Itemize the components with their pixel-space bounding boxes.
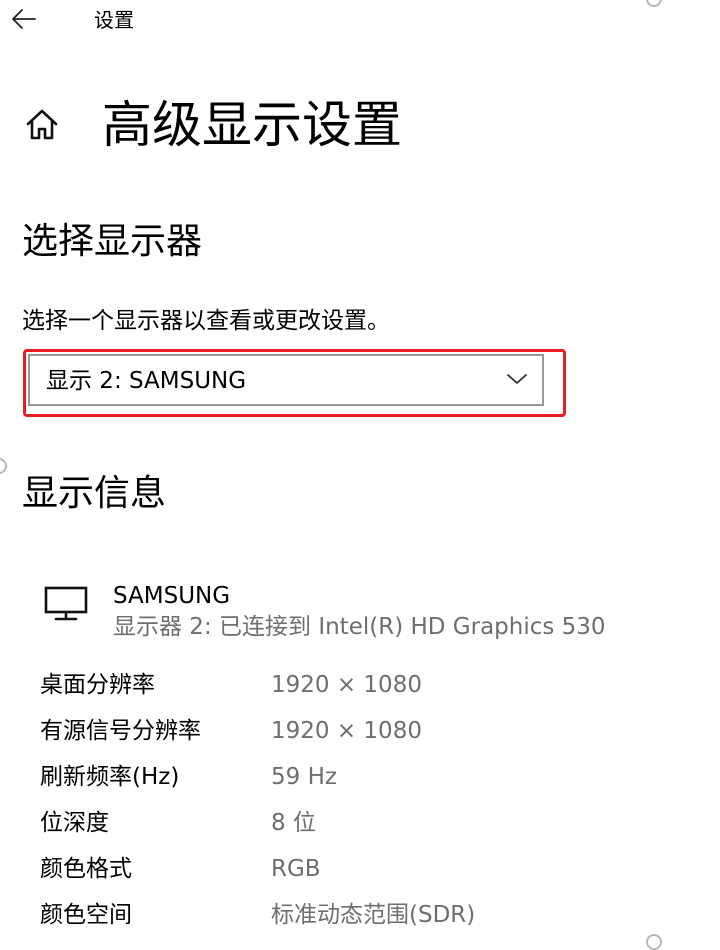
property-label: 位深度 bbox=[40, 810, 109, 836]
page-title: 高级显示设置 bbox=[102, 96, 402, 154]
property-label: 刷新频率(Hz) bbox=[40, 764, 180, 790]
dropdown-selected-value: 显示 2: SAMSUNG bbox=[46, 368, 247, 394]
property-row: 位深度 8 位 bbox=[40, 806, 700, 852]
property-row: 刷新频率(Hz) 59 Hz bbox=[40, 760, 700, 806]
back-button[interactable] bbox=[8, 4, 40, 34]
chevron-down-icon bbox=[507, 374, 527, 384]
monitor-icon bbox=[44, 586, 88, 621]
title-bar: 设置 bbox=[0, 0, 720, 40]
window-title: 设置 bbox=[94, 8, 134, 32]
monitor-connection: 显示器 2: 已连接到 Intel(R) HD Graphics 530 bbox=[113, 614, 606, 640]
property-row: 颜色格式 RGB bbox=[40, 852, 700, 898]
property-label: 颜色格式 bbox=[40, 856, 132, 882]
select-display-heading: 选择显示器 bbox=[22, 221, 203, 262]
display-info-heading: 显示信息 bbox=[22, 473, 167, 514]
property-label: 有源信号分辨率 bbox=[40, 718, 201, 744]
property-value: 59 Hz bbox=[271, 764, 337, 790]
arrow-left-icon bbox=[12, 9, 36, 29]
property-row: 有源信号分辨率 1920 × 1080 bbox=[40, 714, 700, 760]
edge-artifact bbox=[0, 458, 7, 474]
property-row: 颜色空间 标准动态范围(SDR) bbox=[40, 898, 700, 944]
property-value: 1920 × 1080 bbox=[271, 672, 422, 698]
property-row: 桌面分辨率 1920 × 1080 bbox=[40, 668, 700, 714]
property-value: 8 位 bbox=[271, 810, 316, 836]
monitor-name: SAMSUNG bbox=[113, 583, 231, 609]
edge-artifact bbox=[646, 934, 662, 950]
property-label: 桌面分辨率 bbox=[40, 672, 155, 698]
property-value: 标准动态范围(SDR) bbox=[271, 902, 476, 928]
display-select-dropdown[interactable]: 显示 2: SAMSUNG bbox=[28, 354, 544, 406]
home-icon[interactable] bbox=[22, 105, 62, 145]
property-label: 颜色空间 bbox=[40, 902, 132, 928]
page-header: 高级显示设置 bbox=[22, 92, 402, 158]
display-properties: 桌面分辨率 1920 × 1080 有源信号分辨率 1920 × 1080 刷新… bbox=[40, 668, 700, 944]
property-value: RGB bbox=[271, 856, 321, 882]
property-value: 1920 × 1080 bbox=[271, 718, 422, 744]
select-display-description: 选择一个显示器以查看或更改设置。 bbox=[22, 308, 390, 334]
